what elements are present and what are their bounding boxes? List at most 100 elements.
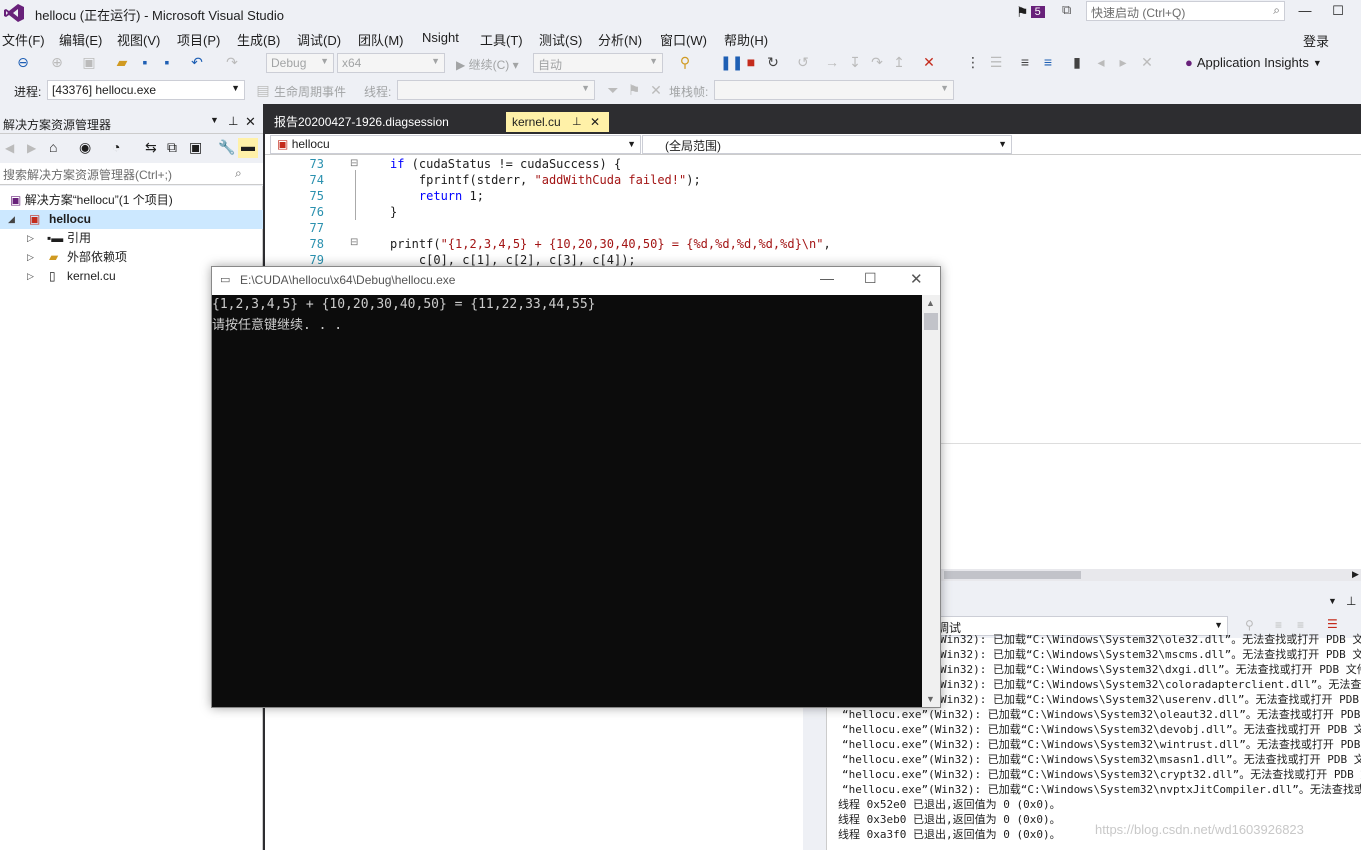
expand-threads-icon[interactable]: ✕ xyxy=(647,81,665,99)
tab-diagsession[interactable]: 报告20200427-1926.diagsession xyxy=(268,112,455,132)
step-out-icon[interactable]: ↥ xyxy=(890,53,908,71)
menu-analyze[interactable]: 分析(N) xyxy=(598,30,642,49)
menu-team[interactable]: 团队(M) xyxy=(358,30,404,49)
solution-search-input[interactable]: 搜索解决方案资源管理器(Ctrl+;) ⌕ xyxy=(0,163,263,185)
save-all-icon[interactable]: ▪ xyxy=(158,53,176,71)
indent-icon[interactable]: ≡ xyxy=(1016,53,1034,71)
project-scope-select[interactable]: ▣ hellocu ▼ xyxy=(270,135,641,154)
open-folder-icon[interactable]: ▰ xyxy=(113,53,131,71)
step-back-icon[interactable]: ↺ xyxy=(794,53,812,71)
preview-icon[interactable]: ▬ xyxy=(238,138,258,158)
scroll-down-icon[interactable]: ▼ xyxy=(926,694,935,704)
clear-bookmarks-icon[interactable]: ✕ xyxy=(1138,53,1156,71)
pause-icon[interactable]: ❚❚ xyxy=(720,53,743,71)
step-into-icon[interactable]: ↧ xyxy=(846,53,864,71)
solution-node[interactable]: ▣ 解决方案“hellocu”(1 个项目) xyxy=(10,191,173,210)
prev-message-icon[interactable]: ≡ xyxy=(1275,618,1282,632)
minimize-button[interactable]: — xyxy=(1290,0,1320,22)
lifecycle-events-button[interactable]: 生命周期事件 xyxy=(274,83,346,100)
bookmark-icon[interactable]: ▮ xyxy=(1068,53,1086,71)
splitter[interactable] xyxy=(803,708,826,850)
restart-icon[interactable]: ↻ xyxy=(764,53,782,71)
auto-select[interactable]: 自动 ▼ xyxy=(533,53,663,73)
forward-icon[interactable]: ⊕ xyxy=(48,53,66,71)
pin-icon[interactable]: ⊥ xyxy=(572,112,582,132)
properties-icon[interactable]: 🔧 xyxy=(218,139,235,156)
menu-build[interactable]: 生成(B) xyxy=(237,30,280,49)
close-icon[interactable]: ✕ xyxy=(245,114,256,130)
continue-button[interactable]: ▶ 继续(C) ▾ xyxy=(456,56,519,73)
project-node[interactable]: ◢ ▣ hellocu xyxy=(0,210,263,229)
menu-view[interactable]: 视图(V) xyxy=(117,30,160,49)
pin-icon[interactable]: ⊥ xyxy=(1346,594,1356,608)
scrollbar-thumb[interactable] xyxy=(944,571,1081,579)
step-over-icon[interactable]: ↷ xyxy=(868,53,886,71)
tab-kernel-cu[interactable]: kernel.cu ⊥ ✕ xyxy=(506,112,609,132)
pending-changes-icon[interactable]: ◔ xyxy=(112,139,120,155)
next-bookmark-icon[interactable]: ▸ xyxy=(1114,53,1132,71)
show-all-files-icon[interactable]: ▣ xyxy=(189,139,202,156)
chevron-down-icon[interactable]: ▼ xyxy=(1328,596,1337,606)
filter-icon[interactable]: ⏷ xyxy=(604,81,622,99)
exception-settings-icon[interactable]: ✕ xyxy=(920,53,938,71)
maximize-button[interactable]: ☐ xyxy=(1323,0,1353,22)
show-next-statement-icon[interactable]: → xyxy=(823,53,841,71)
flag-thread-icon[interactable]: ⚑ xyxy=(625,81,643,99)
maximize-button[interactable]: ☐ xyxy=(864,270,877,287)
prev-bookmark-icon[interactable]: ◂ xyxy=(1092,53,1110,71)
application-insights-button[interactable]: ● Application Insights ▼ xyxy=(1185,55,1322,70)
forward-icon[interactable]: ▶ xyxy=(27,141,36,155)
comment-icon[interactable]: ⋮ xyxy=(964,53,982,71)
back-icon[interactable]: ◀ xyxy=(5,141,14,155)
clear-all-icon[interactable]: ☰ xyxy=(1327,617,1338,631)
stack-frame-select[interactable]: ▼ xyxy=(714,80,954,100)
quick-launch-input[interactable]: 快速启动 (Ctrl+Q) ⌕ xyxy=(1086,1,1285,21)
collapse-all-icon[interactable]: ⧉ xyxy=(167,139,177,156)
thread-select[interactable]: ▼ xyxy=(397,80,595,100)
configuration-select[interactable]: Debug ▼ xyxy=(266,53,334,73)
save-icon[interactable]: ▪ xyxy=(136,53,154,71)
console-output[interactable] xyxy=(212,295,922,707)
chevron-down-icon[interactable]: ▼ xyxy=(210,115,219,125)
back-icon[interactable]: ⊖ xyxy=(14,53,32,71)
scroll-up-icon[interactable]: ▲ xyxy=(926,298,935,308)
process-select[interactable]: [43376] hellocu.exe ▼ xyxy=(47,80,245,100)
close-button[interactable]: ✕ xyxy=(910,270,923,288)
uncomment-icon[interactable]: ☰ xyxy=(987,53,1005,71)
pin-icon[interactable]: ⊥ xyxy=(228,114,238,128)
redo-icon[interactable]: ↷ xyxy=(223,53,241,71)
menu-debug[interactable]: 调试(D) xyxy=(297,30,341,49)
home-icon[interactable]: ⌂ xyxy=(49,139,57,155)
notifications-button[interactable]: ⚑ 5 xyxy=(1016,2,1045,22)
menu-test[interactable]: 测试(S) xyxy=(539,30,582,49)
undo-icon[interactable]: ↶ xyxy=(188,53,206,71)
switch-views-icon[interactable]: ◉ xyxy=(79,139,91,156)
menu-tools[interactable]: 工具(T) xyxy=(480,30,523,49)
collapse-region-icon[interactable]: ⊟ xyxy=(350,158,358,169)
find-message-icon[interactable]: ⚲ xyxy=(1245,618,1254,632)
collapse-region-icon[interactable]: ⊟ xyxy=(350,237,358,248)
scroll-right-icon[interactable]: ▶ xyxy=(1352,569,1359,580)
scrollbar-thumb[interactable] xyxy=(924,313,938,330)
find-icon[interactable]: ⚲ xyxy=(676,53,694,71)
sync-icon[interactable]: ⇆ xyxy=(145,139,157,156)
flag-icon: ⚑ xyxy=(1016,3,1029,20)
menu-help[interactable]: 帮助(H) xyxy=(724,30,768,49)
menu-project[interactable]: 项目(P) xyxy=(177,30,220,49)
minimize-button[interactable]: — xyxy=(820,270,834,286)
menu-window[interactable]: 窗口(W) xyxy=(660,30,707,49)
new-project-icon[interactable]: ▣ xyxy=(80,53,98,71)
next-message-icon[interactable]: ≡ xyxy=(1297,618,1304,632)
close-icon[interactable]: ✕ xyxy=(590,112,600,132)
outdent-icon[interactable]: ≡ xyxy=(1039,53,1057,71)
lifecycle-events-icon[interactable]: ▤ xyxy=(254,81,272,99)
stop-icon[interactable]: ■ xyxy=(742,53,760,71)
menu-nsight[interactable]: Nsight xyxy=(422,30,459,45)
platform-select[interactable]: x64 ▼ xyxy=(337,53,445,73)
feedback-icon[interactable]: ⧉ xyxy=(1062,2,1071,18)
menu-file[interactable]: 文件(F) xyxy=(2,30,45,49)
menu-edit[interactable]: 编辑(E) xyxy=(59,30,102,49)
console-scrollbar[interactable] xyxy=(922,295,940,707)
sign-in-link[interactable]: 登录 xyxy=(1303,31,1329,50)
global-scope-select[interactable]: (全局范围) ▼ xyxy=(642,135,1012,154)
